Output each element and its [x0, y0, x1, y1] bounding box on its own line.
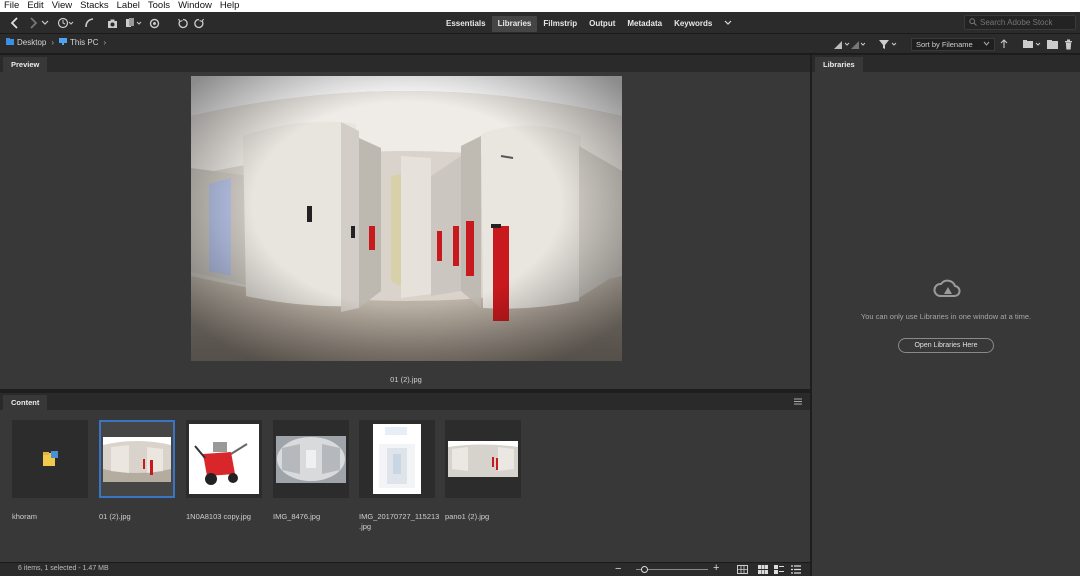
new-folder-icon[interactable] [1046, 36, 1058, 52]
breadcrumb: Desktop › This PC › [6, 38, 106, 47]
thumbnail-folder-khoram[interactable] [12, 420, 88, 498]
thumbnail-1n0a8103[interactable] [186, 420, 262, 498]
breadcrumb-desktop[interactable]: Desktop [17, 38, 46, 47]
lock-grid-icon[interactable] [737, 565, 748, 576]
sort-label: Sort by Filename [916, 40, 973, 49]
thumbnail-label: IMG_8476.jpg [273, 512, 321, 521]
chevron-down-icon[interactable] [40, 15, 50, 31]
breadcrumb-chevron-icon: › [51, 38, 55, 47]
preview-image[interactable] [191, 76, 622, 361]
zoom-in-icon[interactable]: + [713, 562, 719, 574]
thumbnail-image [189, 424, 259, 494]
menu-label[interactable]: Label [113, 0, 144, 12]
workspace-switcher: Essentials Libraries Filmstrip Output Me… [440, 16, 738, 32]
recent-history-icon[interactable] [56, 15, 76, 31]
tab-metadata[interactable]: Metadata [621, 16, 668, 32]
menu-file[interactable]: File [0, 0, 23, 12]
workspace-more-chevron-icon[interactable] [718, 16, 738, 32]
delete-icon[interactable] [1062, 36, 1074, 52]
thumbnail-label-line1: IMG_20170727_115213 [359, 512, 440, 521]
open-libraries-button[interactable]: Open Libraries Here [898, 338, 994, 353]
breadcrumb-chevron-icon: › [103, 38, 107, 47]
thumbnail-label: pano1 (2).jpg [445, 512, 490, 521]
desktop-folder-icon [6, 38, 14, 47]
view-list-icon[interactable] [791, 565, 801, 576]
menu-bar: File Edit View Stacks Label Tools Window… [0, 0, 1080, 12]
thumbnail-image [448, 441, 518, 477]
folder-icon [41, 449, 59, 469]
view-thumbnails-icon[interactable] [758, 565, 768, 576]
tab-content[interactable]: Content [3, 395, 48, 410]
sort-dropdown[interactable]: Sort by Filename [911, 38, 995, 51]
thumbnail-img-8476[interactable] [273, 420, 349, 498]
panel-menu-icon[interactable] [794, 397, 802, 407]
tab-preview[interactable]: Preview [3, 57, 48, 72]
slider-knob[interactable] [641, 566, 649, 573]
camera-download-icon[interactable] [106, 15, 118, 31]
status-bar: 6 items, 1 selected - 1.47 MB − + [0, 562, 810, 576]
path-bar: Desktop › This PC › Sort by Filename [0, 34, 1080, 54]
preview-filename: 01 (2).jpg [390, 375, 422, 384]
chevron-down-icon [983, 39, 990, 50]
preview-panel-header: Preview [0, 55, 810, 72]
tab-libraries[interactable]: Libraries [491, 16, 538, 32]
search-field[interactable] [964, 15, 1076, 30]
toolbar: Essentials Libraries Filmstrip Output Me… [0, 12, 1080, 34]
thumbnail-img-20170727[interactable] [359, 420, 435, 498]
forward-icon[interactable] [26, 15, 40, 31]
rotate-right-icon[interactable] [193, 15, 205, 31]
thumbnail-image [276, 435, 346, 483]
tab-libraries-panel[interactable]: Libraries [815, 57, 863, 72]
search-input[interactable] [980, 18, 1072, 27]
thumbnail-pano1-2[interactable] [445, 420, 521, 498]
menu-window[interactable]: Window [174, 0, 216, 12]
recent-folders-icon[interactable] [1022, 36, 1042, 52]
thumbnail-label: 1N0A8103 copy.jpg [186, 512, 251, 521]
filter-items-icon[interactable] [878, 36, 898, 52]
tab-keywords[interactable]: Keywords [668, 16, 718, 32]
creative-cloud-offline-icon [933, 278, 961, 302]
menu-view[interactable]: View [48, 0, 76, 12]
menu-stacks[interactable]: Stacks [76, 0, 113, 12]
thumbnail-01-2[interactable] [99, 420, 175, 498]
tab-filmstrip[interactable]: Filmstrip [537, 16, 583, 32]
libraries-panel-header: Libraries [812, 55, 1080, 72]
thumbnail-label: khoram [12, 512, 38, 521]
menu-help[interactable]: Help [216, 0, 244, 12]
menu-tools[interactable]: Tools [144, 0, 174, 12]
quality-options-icon[interactable] [832, 36, 866, 52]
libraries-message: You can only use Libraries in one window… [860, 312, 1032, 321]
back-icon[interactable] [8, 15, 22, 31]
search-icon [969, 17, 977, 28]
thumbnail-image [373, 424, 421, 494]
breadcrumb-this-pc[interactable]: This PC [70, 38, 98, 47]
tab-essentials[interactable]: Essentials [440, 16, 492, 32]
content-panel-header: Content [0, 393, 810, 410]
thumbnail-label: 01 (2).jpg [99, 512, 131, 521]
thumbnail-image [103, 436, 171, 482]
refine-icon[interactable] [124, 15, 144, 31]
view-details-icon[interactable] [774, 565, 784, 576]
boomerang-icon[interactable] [82, 15, 96, 31]
status-text: 6 items, 1 selected - 1.47 MB [18, 565, 109, 572]
tab-output[interactable]: Output [583, 16, 621, 32]
this-pc-icon [59, 38, 68, 47]
open-in-camera-raw-icon[interactable] [148, 15, 160, 31]
sort-ascending-icon[interactable] [998, 36, 1010, 52]
rotate-left-icon[interactable] [176, 15, 188, 31]
zoom-out-icon[interactable]: − [615, 563, 621, 575]
thumbnail-size-slider[interactable] [636, 566, 708, 573]
thumbnail-label-line2: .jpg [359, 522, 372, 531]
menu-edit[interactable]: Edit [23, 0, 47, 12]
